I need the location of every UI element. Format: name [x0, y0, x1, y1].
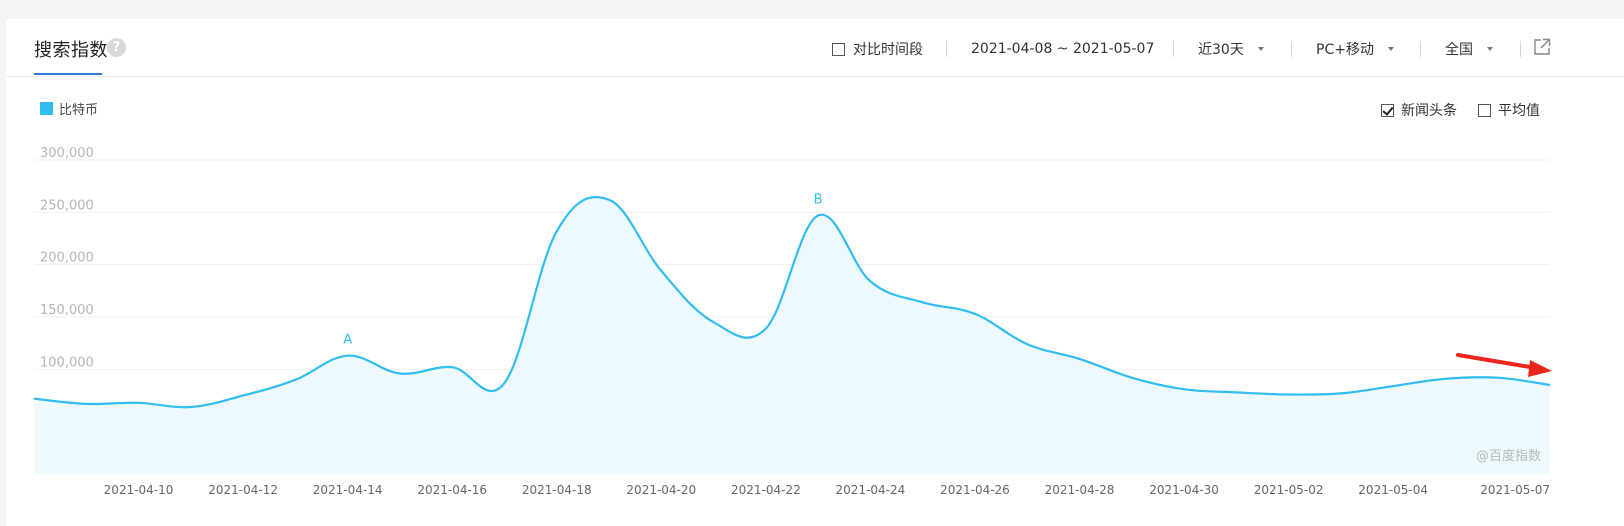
x-tick-label: 2021-04-18: [522, 483, 592, 497]
x-tick-label: 2021-04-20: [626, 483, 696, 497]
data-point[interactable]: [763, 326, 769, 332]
data-point[interactable]: [815, 212, 821, 218]
data-point[interactable]: [1233, 389, 1239, 395]
data-point[interactable]: [1024, 341, 1030, 347]
data-point[interactable]: [920, 299, 926, 305]
data-point[interactable]: [345, 353, 351, 359]
y-tick-label: 300,000: [40, 146, 94, 161]
data-point[interactable]: [867, 278, 873, 284]
x-axis-labels: 2021-04-10 2021-04-12 2021-04-14 2021-04-16…: [104, 483, 1550, 497]
data-point[interactable]: [1129, 375, 1135, 381]
news-marker[interactable]: A: [343, 333, 352, 348]
x-tick-label: 2021-04-22: [731, 483, 801, 497]
x-tick-label: 2021-04-26: [940, 483, 1010, 497]
data-point[interactable]: [658, 268, 664, 274]
data-point[interactable]: [1286, 391, 1292, 397]
x-tick-label: 2021-04-30: [1149, 483, 1219, 497]
x-tick-label: 2021-04-24: [836, 483, 906, 497]
y-tick-label: 200,000: [40, 251, 94, 266]
x-tick-label: 2021-04-14: [313, 483, 383, 497]
data-point[interactable]: [972, 311, 978, 317]
data-point[interactable]: [606, 197, 612, 203]
x-tick-label: 2021-05-04: [1358, 483, 1428, 497]
search-index-card: 搜索指数 ? 对比时间段 2021-04-08 ~ 2021-05-07 近30…: [6, 19, 1624, 526]
news-marker[interactable]: B: [814, 192, 823, 207]
y-axis-labels: 300,000250,000200,000150,000100,00050,00…: [40, 146, 94, 423]
search-index-chart[interactable]: 300,000250,000200,000150,000100,00050,00…: [6, 19, 1624, 526]
y-tick-label: 150,000: [40, 303, 94, 318]
data-point[interactable]: [1495, 375, 1501, 381]
watermark-text: @百度指数: [1476, 448, 1541, 464]
data-point[interactable]: [1338, 390, 1344, 396]
x-tick-label: 2021-05-02: [1254, 483, 1324, 497]
data-point[interactable]: [292, 377, 298, 383]
data-point[interactable]: [1442, 376, 1448, 382]
data-point[interactable]: [501, 380, 507, 386]
y-tick-label: 100,000: [40, 355, 94, 370]
data-point[interactable]: [188, 404, 194, 410]
x-tick-label: 2021-04-10: [104, 483, 174, 497]
data-point[interactable]: [31, 396, 37, 402]
data-point[interactable]: [1547, 382, 1553, 388]
data-point[interactable]: [1390, 383, 1396, 389]
x-tick-label: 2021-04-16: [417, 483, 487, 497]
y-tick-label: 250,000: [40, 198, 94, 213]
data-point[interactable]: [1077, 356, 1083, 362]
data-point[interactable]: [240, 393, 246, 399]
data-point[interactable]: [397, 371, 403, 377]
series-area: [34, 197, 1550, 474]
data-point[interactable]: [83, 401, 89, 407]
red-arrow-icon: [1456, 353, 1552, 377]
data-point[interactable]: [554, 228, 560, 234]
x-tick-label: 2021-04-12: [208, 483, 278, 497]
data-point[interactable]: [136, 400, 142, 406]
data-point[interactable]: [711, 319, 717, 325]
x-tick-label: 2021-05-07: [1480, 483, 1550, 497]
x-tick-label: 2021-04-28: [1045, 483, 1115, 497]
data-point[interactable]: [449, 364, 455, 370]
data-point[interactable]: [1181, 386, 1187, 392]
